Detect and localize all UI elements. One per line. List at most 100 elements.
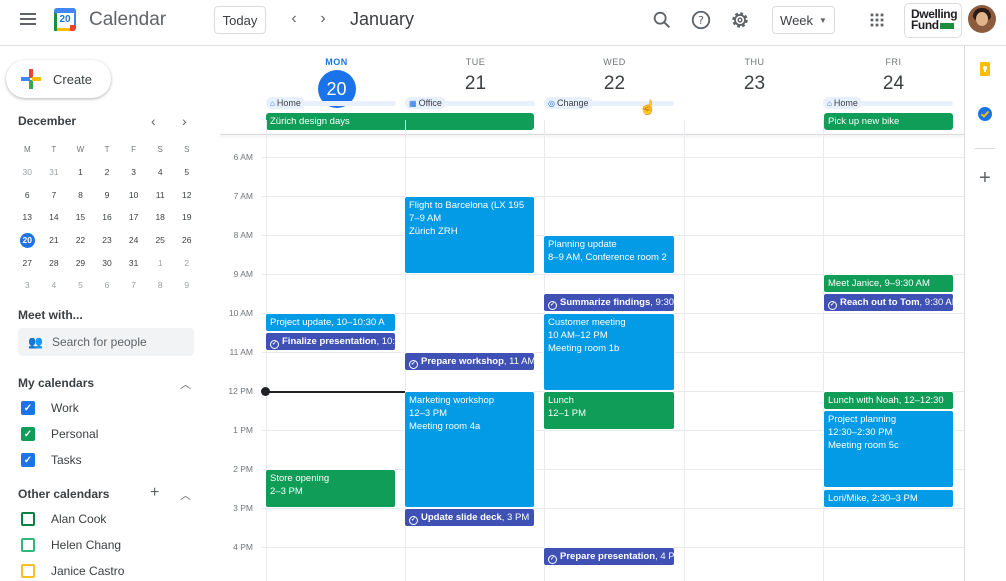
mini-day[interactable]: 6 — [14, 190, 41, 200]
mini-day[interactable]: 13 — [14, 212, 41, 222]
mini-day[interactable]: 3 — [120, 167, 147, 177]
mini-day[interactable]: 8 — [67, 190, 94, 200]
day-number[interactable]: 24 — [824, 73, 963, 95]
brand-logo[interactable]: Dwelling Fund — [904, 3, 962, 38]
mini-day[interactable]: 11 — [147, 190, 174, 200]
mini-day[interactable]: 28 — [41, 258, 68, 268]
event-project-planning[interactable]: Project planning 12:30–2:30 PM Meeting r… — [823, 410, 954, 488]
collapse-chevron-icon[interactable]: ︿ — [180, 376, 191, 392]
checkbox-unchecked-icon[interactable] — [21, 538, 35, 552]
mini-day[interactable]: 23 — [94, 235, 121, 245]
calendar-item-helen-chang[interactable]: Helen Chang — [21, 538, 121, 552]
mini-day[interactable]: 7 — [120, 280, 147, 290]
mini-day[interactable]: 26 — [173, 235, 200, 245]
mini-day-selected[interactable]: 20 — [14, 232, 41, 248]
day-number[interactable]: 23 — [685, 73, 824, 95]
mini-day[interactable]: 10 — [120, 190, 147, 200]
mini-day[interactable]: 21 — [41, 235, 68, 245]
tasks-icon[interactable] — [977, 106, 993, 122]
working-location-office[interactable]: ▦ Office — [405, 97, 446, 109]
main-menu-icon[interactable] — [20, 13, 36, 25]
task-prepare-workshop[interactable]: ✓ Prepare workshop, 11 AM — [404, 352, 535, 371]
create-button[interactable]: Create — [6, 60, 111, 98]
mini-day[interactable]: 14 — [41, 212, 68, 222]
task-finalize-presentation[interactable]: ✓ Finalize presentation, 10: — [265, 332, 396, 351]
view-selector-button[interactable]: Week ▼ — [772, 6, 835, 34]
mini-day[interactable]: 24 — [120, 235, 147, 245]
mini-next-month-icon[interactable]: › — [182, 113, 187, 129]
mini-day[interactable]: 2 — [173, 258, 200, 268]
add-calendar-icon[interactable]: + — [150, 484, 159, 502]
working-location-change[interactable]: ◎ Change — [544, 97, 593, 109]
mini-day[interactable]: 8 — [147, 280, 174, 290]
mini-day[interactable]: 12 — [173, 190, 200, 200]
all-day-event[interactable]: Pick up new bike — [824, 113, 953, 130]
mini-prev-month-icon[interactable]: ‹ — [151, 113, 156, 129]
mini-day[interactable]: 2 — [94, 167, 121, 177]
previous-week-icon[interactable]: ‹ — [286, 10, 302, 28]
keep-notes-icon[interactable] — [977, 61, 993, 77]
add-addon-icon[interactable]: + — [977, 168, 993, 188]
mini-day[interactable]: 1 — [67, 167, 94, 177]
mini-day[interactable]: 25 — [147, 235, 174, 245]
mini-day[interactable]: 3 — [14, 280, 41, 290]
mini-day[interactable]: 5 — [67, 280, 94, 290]
mini-day[interactable]: 31 — [41, 167, 68, 177]
event-store-opening[interactable]: Store opening 2–3 PM — [265, 469, 396, 508]
day-header-tue[interactable]: TUE 21 — [406, 57, 545, 95]
mini-day[interactable]: 1 — [147, 258, 174, 268]
help-icon[interactable]: ? — [690, 9, 712, 31]
mini-day[interactable]: 9 — [173, 280, 200, 290]
mini-day[interactable]: 22 — [67, 235, 94, 245]
apps-grid-icon[interactable] — [866, 9, 888, 31]
day-number[interactable]: 21 — [406, 73, 545, 95]
calendar-item-alan-cook[interactable]: Alan Cook — [21, 512, 106, 526]
event-flight-to-barcelona[interactable]: Flight to Barcelona (LX 195 7–9 AM Züric… — [404, 196, 535, 274]
next-week-icon[interactable]: › — [315, 10, 331, 28]
event-customer-meeting[interactable]: Customer meeting 10 AM–12 PM Meeting roo… — [543, 313, 675, 391]
calendar-item-janice-castro[interactable]: Janice Castro — [21, 564, 124, 578]
all-day-event[interactable]: Zürich design days — [266, 113, 534, 130]
collapse-chevron-icon[interactable]: ︿ — [180, 487, 191, 503]
mini-day[interactable]: 7 — [41, 190, 68, 200]
calendar-item-personal[interactable]: ✓ Personal — [21, 427, 98, 441]
event-planning-update[interactable]: Planning update 8–9 AM, Conference room … — [543, 235, 675, 274]
event-marketing-workshop[interactable]: Marketing workshop 12–3 PM Meeting room … — [404, 391, 535, 508]
task-reach-out-to-tom[interactable]: ✓Reach out to Tom, 9:30 AM — [823, 293, 954, 312]
day-number[interactable]: 22 — [545, 73, 684, 95]
event-lunch-with-noah[interactable]: Lunch with Noah, 12–12:30 — [823, 391, 954, 410]
checkbox-unchecked-icon[interactable] — [21, 564, 35, 578]
mini-day[interactable]: 19 — [173, 212, 200, 222]
event-meet-janice[interactable]: Meet Janice, 9–9:30 AM — [823, 274, 954, 293]
settings-gear-icon[interactable] — [729, 9, 751, 31]
working-location-home[interactable]: ⌂ Home — [266, 97, 305, 109]
calendar-item-work[interactable]: ✓ Work — [21, 401, 79, 415]
mini-day[interactable]: 31 — [120, 258, 147, 268]
search-icon[interactable] — [651, 9, 673, 31]
mini-day[interactable]: 15 — [67, 212, 94, 222]
mini-day[interactable]: 4 — [41, 280, 68, 290]
task-prepare-presentation[interactable]: ✓ Prepare presentation, 4 P — [543, 547, 675, 566]
mini-day[interactable]: 16 — [94, 212, 121, 222]
day-header-thu[interactable]: THU 23 — [685, 57, 824, 95]
checkbox-unchecked-icon[interactable] — [21, 512, 35, 526]
checkbox-checked-icon[interactable]: ✓ — [21, 453, 35, 467]
task-update-slide-deck[interactable]: ✓ Update slide deck, 3 PM — [404, 508, 535, 527]
day-header-fri[interactable]: FRI 24 — [824, 57, 963, 95]
mini-day[interactable]: 17 — [120, 212, 147, 222]
search-people-input[interactable]: 👥 Search for people — [18, 328, 194, 356]
task-summarize-findings[interactable]: ✓ Summarize findings, 9:30 — [543, 293, 675, 312]
day-header-wed[interactable]: WED 22 — [545, 57, 684, 95]
checkbox-checked-icon[interactable]: ✓ — [21, 401, 35, 415]
calendar-item-tasks[interactable]: ✓ Tasks — [21, 453, 82, 467]
today-button[interactable]: Today — [214, 6, 266, 34]
mini-day[interactable]: 5 — [173, 167, 200, 177]
mini-day[interactable]: 4 — [147, 167, 174, 177]
mini-day[interactable]: 27 — [14, 258, 41, 268]
mini-day[interactable]: 30 — [14, 167, 41, 177]
event-project-update[interactable]: Project update, 10–10:30 A — [265, 313, 396, 332]
account-avatar[interactable] — [968, 5, 996, 33]
mini-day[interactable]: 6 — [94, 280, 121, 290]
working-location-home[interactable]: ⌂ Home — [823, 97, 862, 109]
checkbox-checked-icon[interactable]: ✓ — [21, 427, 35, 441]
